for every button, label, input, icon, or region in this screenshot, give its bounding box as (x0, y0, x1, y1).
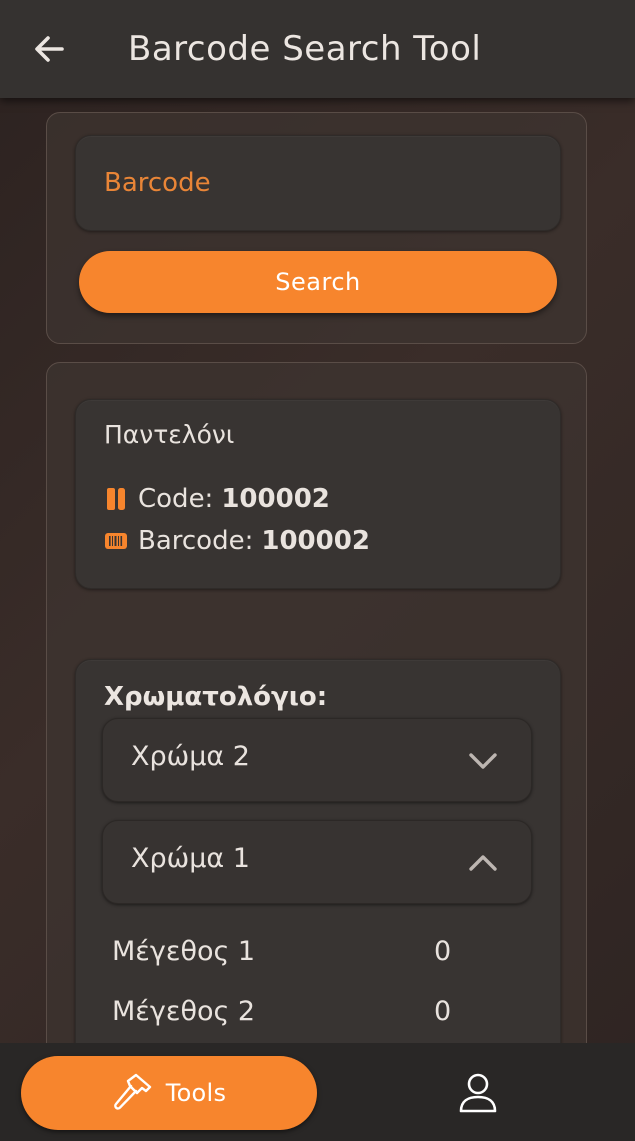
page-title: Barcode Search Tool (128, 29, 482, 69)
bottom-navigation: Tools (0, 1043, 635, 1141)
color-accordion-1[interactable]: Χρώμα 1 (102, 820, 532, 904)
nav-tools-button[interactable]: Tools (21, 1056, 317, 1130)
result-card: Παντελόνι Code: 100002 Barcode: 100002 Χ… (46, 362, 587, 1043)
app-bar: Barcode Search Tool (0, 0, 635, 98)
barcode-input[interactable] (76, 136, 560, 230)
color-accordion-label: Χρώμα 2 (131, 741, 250, 772)
size-row: Μέγεθος 1 0 (112, 936, 512, 967)
color-list: Χρωματολόγιο: Χρώμα 2 Χρώμα 1 Μέγεθος 1 … (75, 659, 561, 1043)
main-content: Search Παντελόνι Code: 100002 (0, 98, 635, 1043)
tag-icon (104, 487, 128, 511)
arrow-left-icon (35, 36, 64, 62)
product-code-row: Code: 100002 (104, 484, 330, 514)
back-button[interactable] (26, 26, 72, 72)
product-info: Παντελόνι Code: 100002 Barcode: 100002 (75, 399, 561, 589)
color-list-title: Χρωματολόγιο: (104, 682, 328, 712)
chevron-down-icon (469, 753, 497, 769)
nav-profile-button[interactable] (448, 1065, 508, 1121)
barcode-value: 100002 (261, 526, 370, 556)
nav-tools-label: Tools (165, 1079, 227, 1107)
code-label: Code: (138, 484, 214, 514)
color-accordion-2[interactable]: Χρώμα 2 (102, 718, 532, 802)
color-accordion-label: Χρώμα 1 (131, 843, 250, 874)
barcode-label: Barcode: (138, 526, 254, 556)
hammer-icon (113, 1073, 151, 1110)
person-icon (459, 1073, 497, 1113)
size-quantity: 0 (434, 996, 452, 1027)
code-value: 100002 (221, 484, 330, 514)
size-label: Μέγεθος 1 (112, 936, 256, 967)
product-barcode-row: Barcode: 100002 (104, 526, 370, 556)
size-quantity: 0 (434, 936, 452, 967)
chevron-up-icon (469, 855, 497, 871)
size-label: Μέγεθος 2 (112, 996, 256, 1027)
barcode-field-container (75, 135, 561, 231)
barcode-icon (104, 529, 128, 553)
search-button[interactable]: Search (79, 251, 557, 313)
size-row: Μέγεθος 2 0 (112, 996, 512, 1027)
product-name: Παντελόνι (104, 420, 235, 449)
search-card: Search (46, 112, 587, 344)
